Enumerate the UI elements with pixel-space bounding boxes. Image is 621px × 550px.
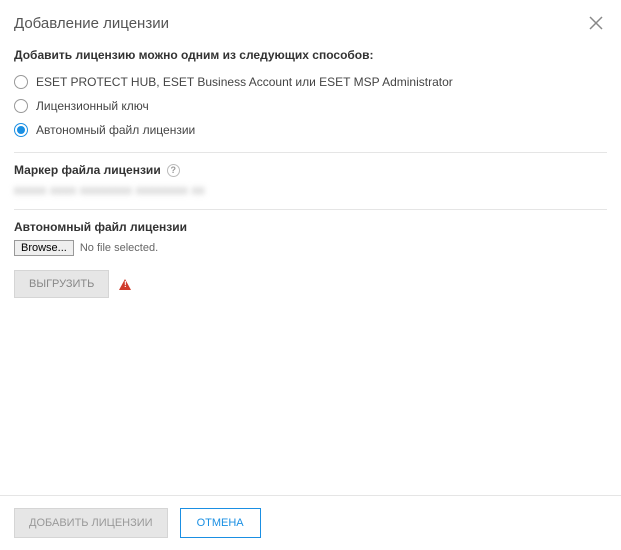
file-status-text: No file selected. (80, 242, 158, 254)
radio-option-offline-file[interactable]: Автономный файл лицензии (14, 118, 607, 142)
marker-label: Маркер файла лицензии (14, 163, 161, 177)
warning-icon (119, 279, 131, 290)
browse-button[interactable]: Browse... (14, 240, 74, 256)
dialog-title: Добавление лицензии (14, 15, 169, 32)
radio-icon (14, 99, 28, 113)
upload-row: ВЫГРУЗИТЬ (14, 270, 607, 298)
radio-option-hub-account[interactable]: ESET PROTECT HUB, ESET Business Account … (14, 70, 607, 94)
help-icon[interactable]: ? (167, 164, 180, 177)
offline-file-label: Автономный файл лицензии (14, 220, 607, 234)
divider (14, 209, 607, 210)
dialog-header: Добавление лицензии (0, 0, 621, 42)
upload-button[interactable]: ВЫГРУЗИТЬ (14, 270, 109, 298)
radio-option-license-key[interactable]: Лицензионный ключ (14, 94, 607, 118)
add-license-dialog: Добавление лицензии Добавить лицензию мо… (0, 0, 621, 550)
cancel-button[interactable]: ОТМЕНА (180, 508, 261, 538)
marker-value: xxxxx xxxx xxxxxxxx xxxxxxxx xx (14, 183, 607, 197)
radio-label: ESET PROTECT HUB, ESET Business Account … (36, 75, 453, 89)
radio-icon (14, 75, 28, 89)
dialog-content: Добавить лицензию можно одним из следующ… (0, 42, 621, 495)
radio-icon (14, 123, 28, 137)
radio-label: Лицензионный ключ (36, 99, 149, 113)
radio-label: Автономный файл лицензии (36, 123, 195, 137)
add-licenses-button[interactable]: ДОБАВИТЬ ЛИЦЕНЗИИ (14, 508, 168, 538)
file-chooser-row: Browse... No file selected. (14, 240, 607, 256)
dialog-footer: ДОБАВИТЬ ЛИЦЕНЗИИ ОТМЕНА (0, 495, 621, 550)
close-icon[interactable] (587, 14, 605, 32)
marker-label-row: Маркер файла лицензии ? (14, 163, 607, 177)
license-method-radio-group: ESET PROTECT HUB, ESET Business Account … (14, 70, 607, 142)
divider (14, 152, 607, 153)
intro-text: Добавить лицензию можно одним из следующ… (14, 48, 607, 62)
